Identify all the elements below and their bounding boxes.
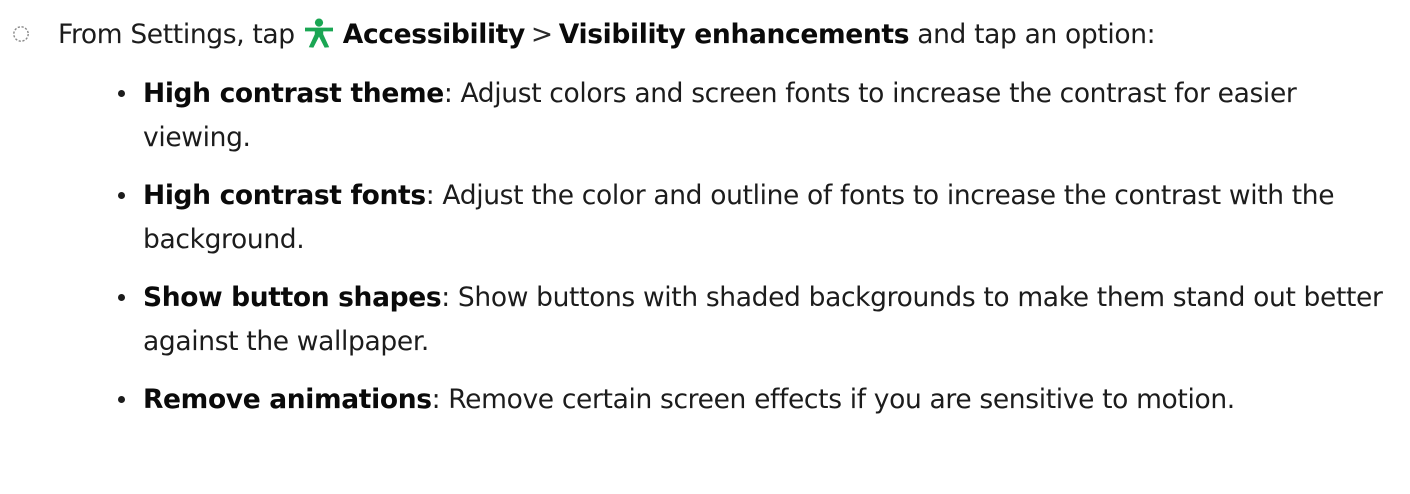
step-text: From Settings, tap Accessibility > Visib… <box>58 18 1156 50</box>
option-text: Show button shapes: Show buttons with sh… <box>143 276 1398 364</box>
bullet-icon <box>118 192 125 199</box>
bullet-icon <box>118 294 125 301</box>
list-item: Remove animations: Remove certain screen… <box>118 378 1398 422</box>
list-item: Show button shapes: Show buttons with sh… <box>118 276 1398 364</box>
option-text: Remove animations: Remove certain screen… <box>143 378 1398 422</box>
accessibility-link[interactable]: Accessibility <box>343 19 525 50</box>
step-line: From Settings, tap Accessibility > Visib… <box>0 12 1156 56</box>
step-circle-icon <box>12 25 30 43</box>
list-item: High contrast theme: Adjust colors and s… <box>118 72 1398 160</box>
page: { "step": { "prefix": "From Settings, ta… <box>0 0 1410 494</box>
options-list: High contrast theme: Adjust colors and s… <box>118 72 1398 436</box>
option-text: High contrast theme: Adjust colors and s… <box>143 72 1398 160</box>
bullet-icon <box>118 396 125 403</box>
bullet-icon <box>118 90 125 97</box>
option-term: Show button shapes <box>143 282 442 313</box>
breadcrumb-separator: > <box>530 18 553 50</box>
option-description: : Remove certain screen effects if you a… <box>431 384 1236 415</box>
step-suffix-text: and tap an option: <box>917 18 1156 50</box>
step-prefix: From Settings, tap <box>58 18 295 50</box>
option-term: Remove animations <box>143 384 432 415</box>
visibility-enhancements-link[interactable]: Visibility enhancements <box>559 19 910 50</box>
list-item: High contrast fonts: Adjust the color an… <box>118 174 1398 262</box>
option-text: High contrast fonts: Adjust the color an… <box>143 174 1398 262</box>
accessibility-icon <box>303 18 335 48</box>
step-suffix: and tap an option: <box>909 19 1155 50</box>
option-term: High contrast fonts <box>143 180 426 211</box>
option-term: High contrast theme <box>143 78 444 109</box>
